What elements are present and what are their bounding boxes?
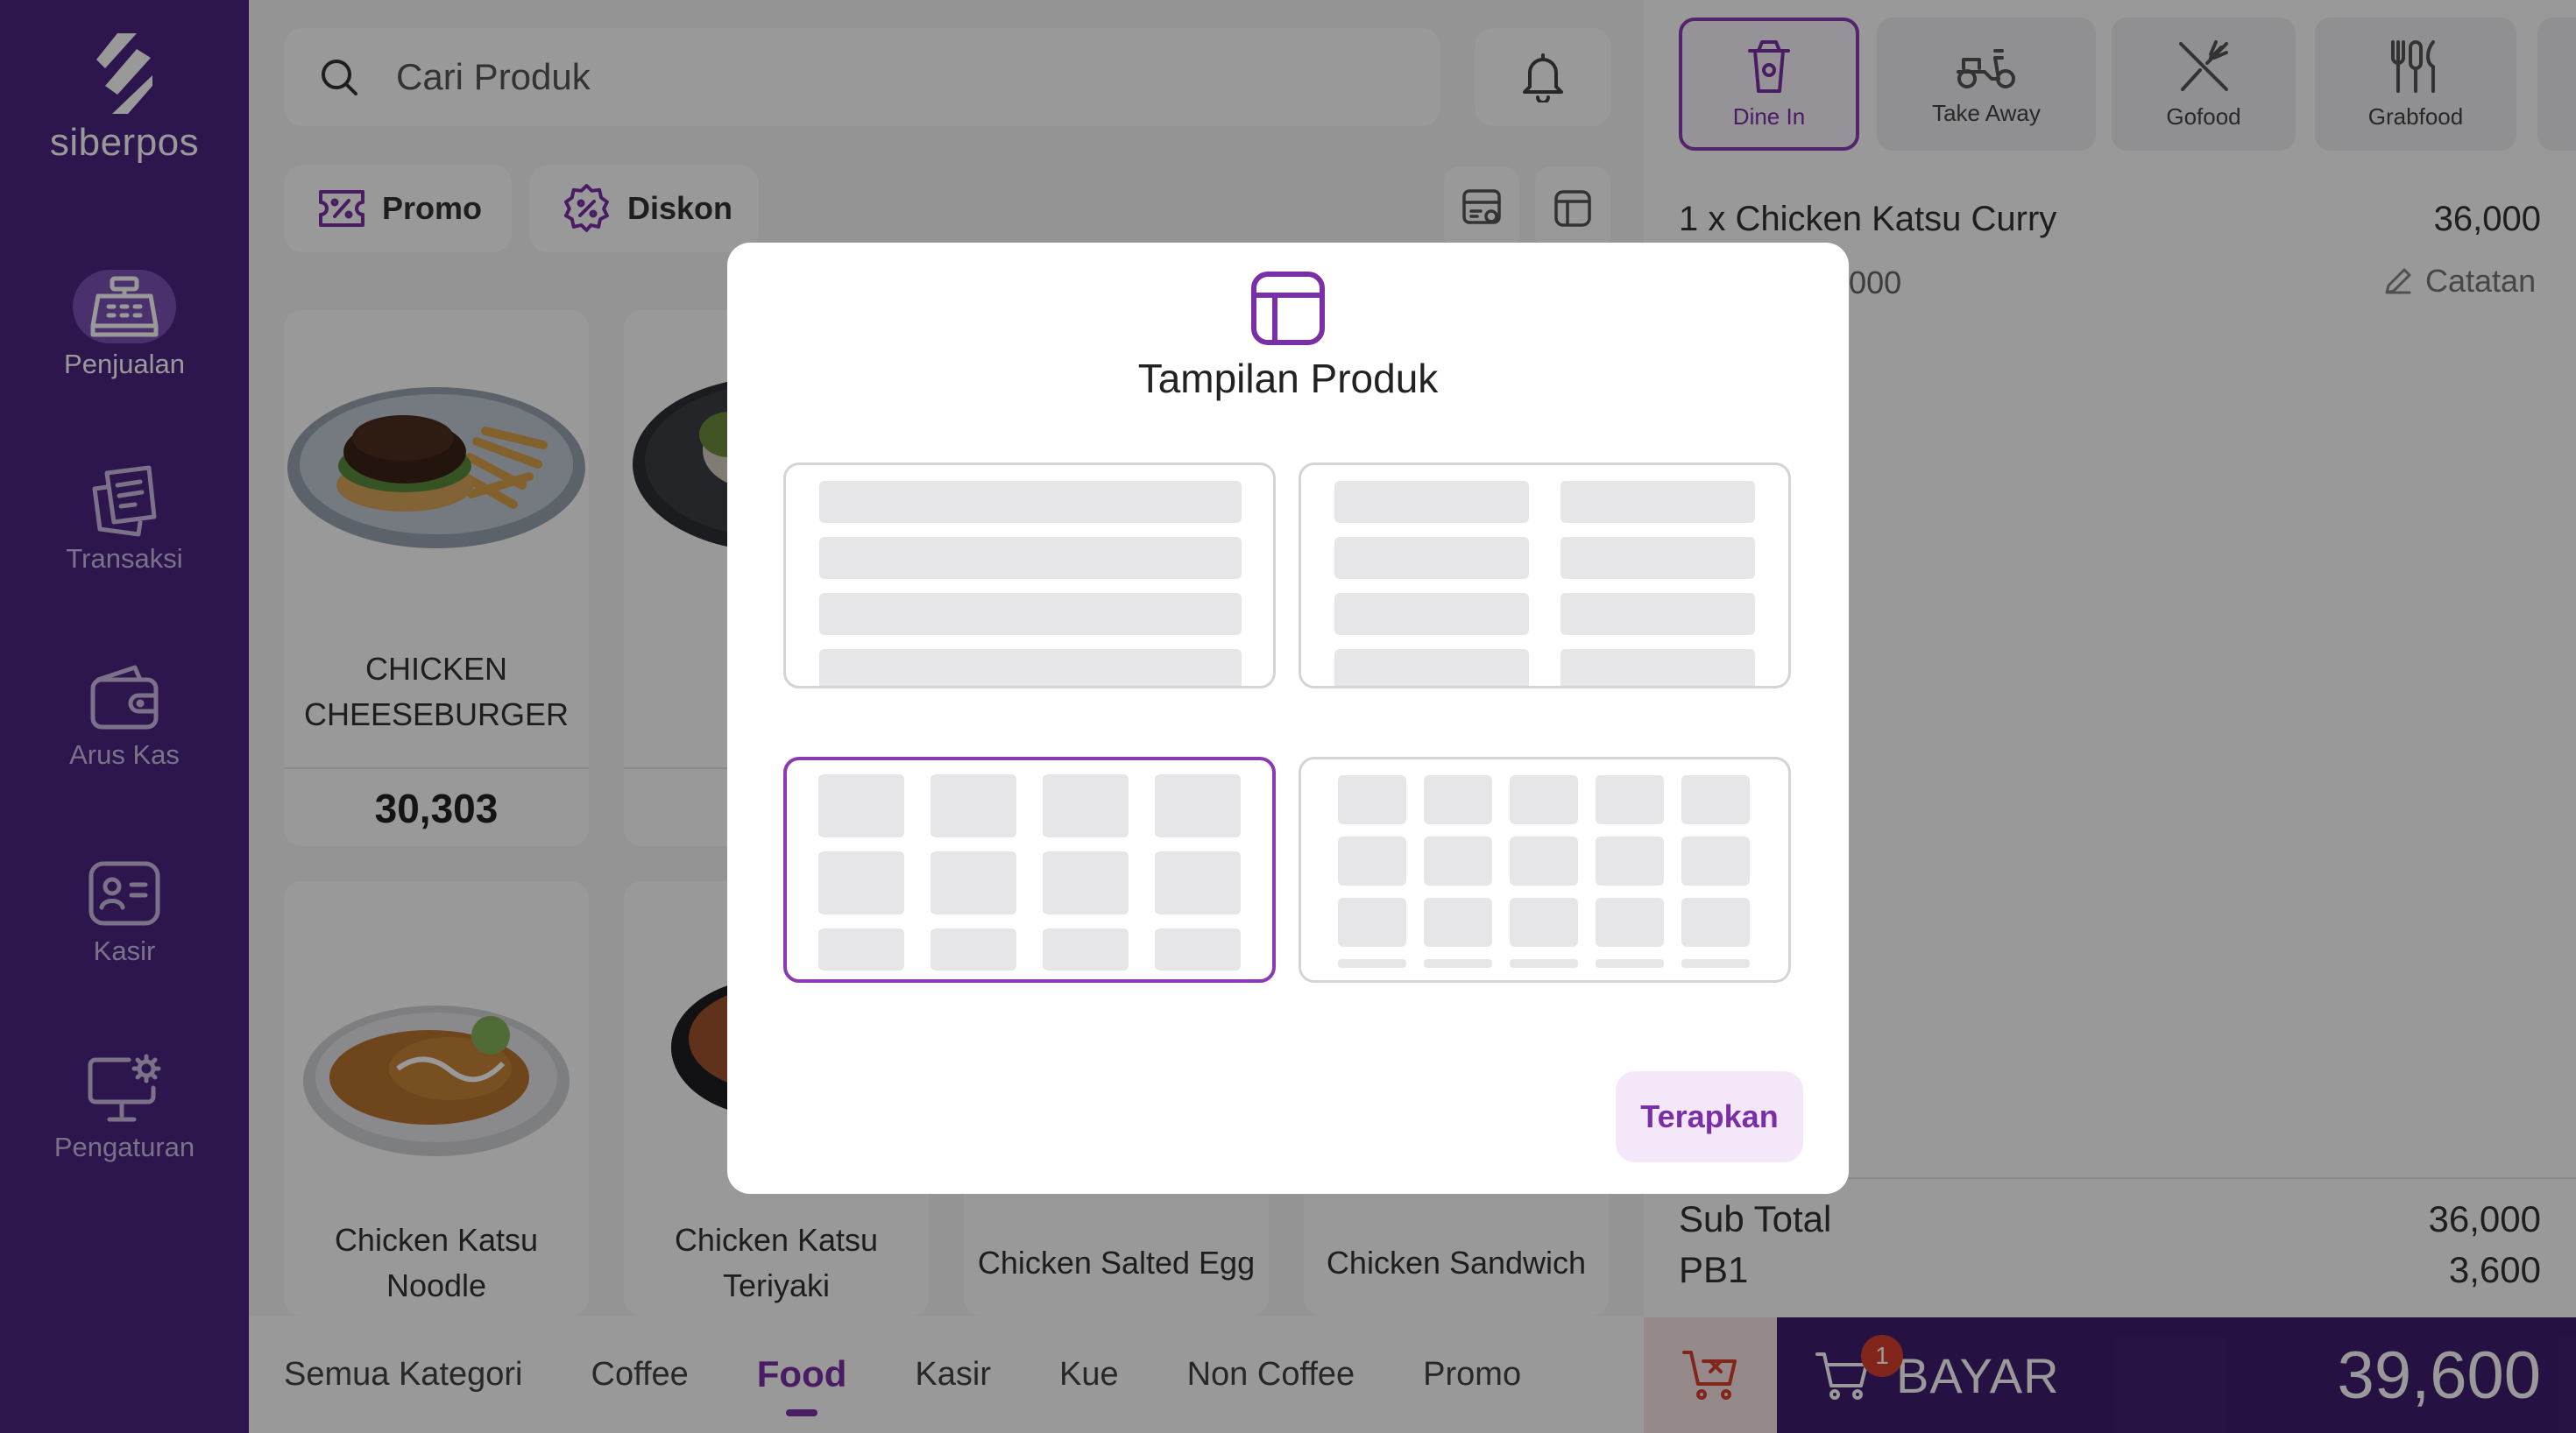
view-option-list[interactable] (783, 462, 1276, 688)
layout-icon (1251, 272, 1325, 345)
double-list-layout-preview (1334, 481, 1755, 686)
view-option-double-list[interactable] (1299, 462, 1791, 688)
product-view-modal: Tampilan Produk Terapkan (727, 243, 1849, 1194)
grid-4-layout-preview (818, 774, 1241, 971)
apply-button[interactable]: Terapkan (1616, 1071, 1803, 1162)
grid-5-layout-preview (1338, 775, 1750, 968)
list-layout-preview (819, 481, 1242, 686)
modal-title: Tampilan Produk (1137, 356, 1439, 401)
view-option-grid-4[interactable] (783, 757, 1276, 983)
view-option-grid-5[interactable] (1299, 757, 1791, 983)
